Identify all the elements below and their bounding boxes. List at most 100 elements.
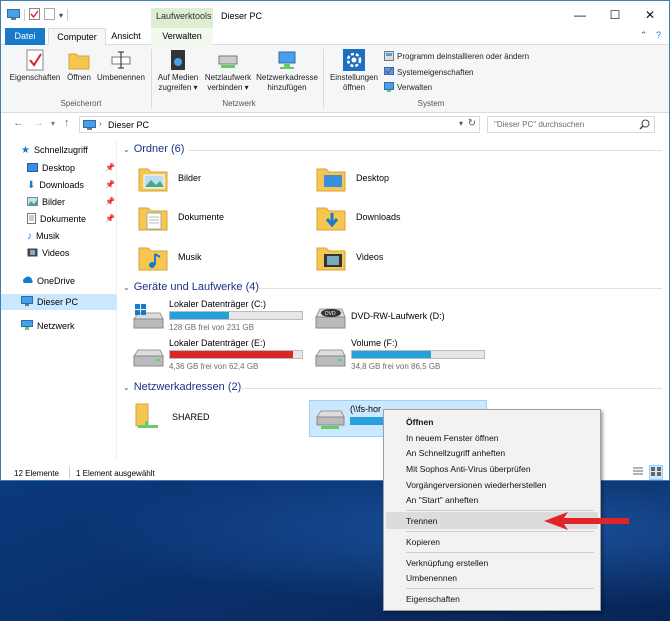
recent-locations-icon[interactable]: ▾ [51,119,55,128]
folder-item-desktop[interactable]: Desktop [316,163,389,193]
menu-item-neues-fenster[interactable]: In neuem Fenster öffnen [406,433,498,443]
sidebar-item-downloads[interactable]: ⬇ Downloads [27,177,84,193]
open-folder-icon [68,49,90,71]
menu-item-oeffnen[interactable]: Öffnen [406,417,433,427]
menu-item-schnellzugriff[interactable]: An Schnellzugriff anheften [406,448,505,458]
minimize-button[interactable]: — [563,5,597,25]
sidebar-item-netzwerk[interactable]: Netzwerk [21,318,75,334]
systemeigenschaften-button[interactable]: Systemeigenschaften [384,67,474,77]
folder-item-musik[interactable]: Musik [138,242,202,272]
group-system: System [417,99,445,108]
group-speicherort: Speicherort [60,99,102,108]
chevron-down-icon: ⌄ [123,144,130,154]
refresh-icon[interactable]: ↻ [468,118,476,129]
section-header-netzwerkadressen[interactable]: ⌄ Netzwerkadressen (2) [123,381,241,393]
menu-item-umbenennen[interactable]: Umbenennen [406,573,457,583]
pin-icon[interactable]: 📌 [105,197,115,206]
desktop-icon [27,162,38,174]
pin-icon[interactable]: 📌 [105,180,115,189]
eigenschaften-button[interactable]: Eigenschaften [7,49,63,83]
collapse-ribbon-icon[interactable]: ⌃ [640,30,648,40]
menu-item-eigenschaften[interactable]: Eigenschaften [406,594,460,604]
breadcrumb-chevron-icon[interactable]: › [99,119,102,128]
drive-name: DVD-RW-Laufwerk (D:) [351,311,445,321]
sidebar-item-onedrive[interactable]: OneDrive [21,273,75,289]
sidebar-item-desktop[interactable]: Desktop [27,160,75,176]
netzlaufwerk-label-2: verbinden ▾ [207,83,249,92]
address-dropdown-icon[interactable]: ▾ [459,119,463,128]
programm-deinstallieren-button[interactable]: Programm deinstallieren oder ändern [384,51,529,61]
folder-item-bilder[interactable]: Bilder [138,163,201,193]
oeffnen-button[interactable]: Öffnen [64,49,94,83]
documents-folder-icon [138,202,168,232]
dvd-drive-icon: DVD [314,303,346,331]
search-icon[interactable] [639,119,650,132]
customize-toolbar-icon[interactable]: ▾ [59,11,63,20]
breadcrumb[interactable]: Dieser PC [108,120,149,130]
netzlaufwerk-verbinden-button[interactable]: Netzlaufwerk verbinden ▾ [202,49,254,93]
folder-item-downloads[interactable]: Downloads [316,202,401,232]
this-pc-icon [83,120,96,132]
menu-item-kopieren[interactable]: Kopieren [406,537,440,547]
einstellungen-oeffnen-button[interactable]: Einstellungen öffnen [327,49,381,93]
folder-label: Downloads [356,212,401,222]
menu-item-start-anheften[interactable]: An "Start" anheften [406,495,478,505]
drive-item-c[interactable]: Lokaler Datenträger (C:) 128 GB frei von… [132,299,312,335]
sidebar-item-schnellzugriff[interactable]: ★ Schnellzugriff [21,142,88,158]
tab-ansicht[interactable]: Ansicht [107,28,145,45]
section-divider [188,150,662,151]
folder-item-dokumente[interactable]: Dokumente [138,202,224,232]
this-pc-icon [21,296,33,308]
forward-arrow-icon[interactable]: → [33,117,44,129]
sidebar-item-dokumente[interactable]: Dokumente [27,211,86,227]
chevron-down-icon: ⌄ [123,382,130,392]
manage-computer-icon [384,82,394,92]
section-header-geraete[interactable]: ⌄ Geräte und Laufwerke (4) [123,281,259,293]
sidebar-item-dieser-pc[interactable]: Dieser PC [1,294,117,310]
sidebar-item-videos[interactable]: Videos [27,245,69,261]
verwalten-button[interactable]: Verwalten [384,82,432,92]
large-icons-view-icon[interactable] [649,465,663,480]
ribbon-separator [151,49,152,109]
auf-medien-zugreifen-button[interactable]: Auf Medien zugreifen ▾ [155,49,201,93]
tab-datei[interactable]: Datei [5,28,45,45]
menu-item-trennen[interactable]: Trennen [406,516,437,526]
drive-usage-fill [170,351,293,358]
menu-item-verknuepfung[interactable]: Verknüpfung erstellen [406,558,488,568]
drive-item-f[interactable]: Volume (F:) 34,8 GB frei von 86,5 GB [314,338,494,374]
netzwerkadresse-hinzufuegen-button[interactable]: Netzwerkadresse hinzufügen [255,49,319,93]
search-input[interactable]: "Dieser PC" durchsuchen [487,116,655,133]
help-icon[interactable]: ? [656,30,661,40]
pin-icon[interactable]: 📌 [105,214,115,223]
drive-name: Lokaler Datenträger (E:) [169,338,266,348]
close-button[interactable]: ✕ [633,5,667,25]
drive-item-d[interactable]: DVD DVD-RW-Laufwerk (D:) [314,299,494,335]
address-bar[interactable]: › Dieser PC ▾ ↻ [79,116,480,133]
menu-item-sophos[interactable]: Mit Sophos Anti-Virus überprüfen [406,464,531,474]
eigenschaften-label: Eigenschaften [9,73,61,82]
sidebar-item-label: Bilder [42,197,66,207]
folder-item-videos[interactable]: Videos [316,242,383,272]
tab-verwalten[interactable]: Verwalten [151,28,213,45]
computer-icon [7,8,20,22]
folder-label: Dokumente [178,212,225,222]
drive-size: 4,36 GB frei von 62,4 GB [169,362,259,371]
drive-item-e[interactable]: Lokaler Datenträger (E:) 4,36 GB frei vo… [132,338,312,374]
network-item-shared[interactable]: SHARED [132,402,210,432]
folder-label: Musik [178,252,202,262]
umbenennen-button[interactable]: Umbenennen [95,49,147,83]
new-folder-icon[interactable] [44,8,55,22]
umbenennen-label: Umbenennen [96,73,146,82]
up-arrow-icon[interactable]: ↑ [64,117,70,129]
sidebar-item-bilder[interactable]: Bilder [27,194,65,210]
sidebar-item-label: Musik [36,231,60,241]
menu-item-vorgaengerversionen[interactable]: Vorgängerversionen wiederherstellen [406,480,546,490]
tab-computer[interactable]: Computer [48,28,106,46]
details-view-icon[interactable] [632,466,644,479]
maximize-button[interactable]: ☐ [598,5,632,25]
back-arrow-icon[interactable]: ← [13,117,24,129]
section-header-ordner[interactable]: ⌄ Ordner (6) [123,143,184,155]
properties-icon[interactable] [29,8,40,22]
sidebar-item-musik[interactable]: ♪ Musik [27,228,60,244]
pin-icon[interactable]: 📌 [105,163,115,172]
